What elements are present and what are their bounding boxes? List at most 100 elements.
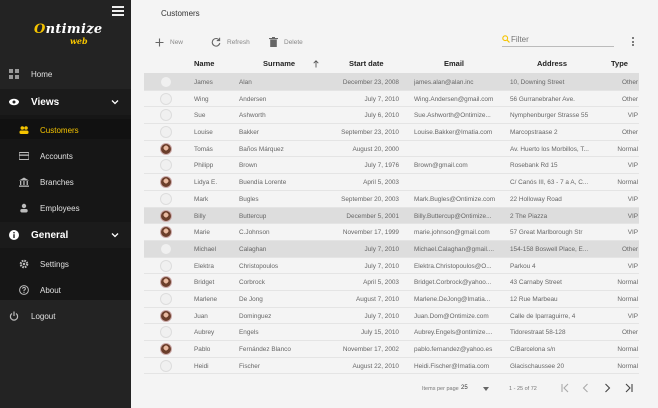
caret-down-icon[interactable] bbox=[483, 387, 489, 391]
main-content: Customers New Refresh Delete Name Surnam… bbox=[131, 0, 658, 408]
sidebar-group-general[interactable]: General bbox=[0, 225, 131, 245]
cell-start-date: April 5, 2003 bbox=[363, 279, 399, 287]
table-row[interactable]: Pablo Fernández Blanco November 17, 2002 pa… bbox=[144, 341, 639, 358]
cell-email: Bridget.Corbrock@yahoo... bbox=[414, 279, 492, 287]
table-row[interactable]: Marlene De Jong August 7, 2010 Marlene.DeJo… bbox=[144, 291, 639, 308]
cell-start-date: August 7, 2010 bbox=[356, 295, 399, 303]
column-header-email[interactable]: Email bbox=[444, 59, 464, 68]
avatar bbox=[160, 209, 172, 222]
table-row[interactable]: Aubrey Engels July 15, 2010 Aubrey.Engels@o… bbox=[144, 324, 639, 341]
table-row[interactable]: James Alan December 23, 2008 james.alan@ala… bbox=[144, 74, 639, 91]
more-options-icon[interactable] bbox=[632, 37, 635, 47]
breadcrumb[interactable]: Customers bbox=[161, 9, 200, 18]
eye-icon bbox=[9, 98, 19, 106]
new-button-label: New bbox=[170, 38, 184, 46]
table-row[interactable]: Juan Dominguez July 7, 2010 Juan.Dom@Ontimi… bbox=[144, 308, 639, 325]
cell-type: VIP bbox=[627, 229, 638, 237]
sidebar-group-views[interactable]: Views bbox=[0, 92, 131, 112]
sidebar-item-label: Customers bbox=[40, 126, 79, 135]
cell-type: VIP bbox=[627, 195, 638, 203]
customers-table: Name Surname Start date Email Address Ty… bbox=[144, 55, 639, 375]
next-page-icon[interactable] bbox=[602, 383, 612, 393]
trash-icon bbox=[269, 37, 278, 47]
cell-email: Marlene.DeJong@Imatia... bbox=[414, 295, 491, 303]
table-row[interactable]: Louise Bakker September 23, 2010 Louise.Bak… bbox=[144, 124, 639, 141]
items-per-page-label: Items per page bbox=[422, 386, 459, 392]
new-button[interactable]: New bbox=[155, 36, 183, 48]
sidebar-item-about[interactable]: About bbox=[0, 280, 131, 300]
credit-card-icon bbox=[19, 152, 29, 160]
table-row[interactable]: Heidi Fischer August 22, 2010 Heidi.Fischer… bbox=[144, 358, 639, 375]
column-header-start-date[interactable]: Start date bbox=[349, 59, 384, 68]
cell-start-date: December 5, 2001 bbox=[346, 212, 399, 220]
sidebar-item-label: Accounts bbox=[40, 152, 73, 161]
sidebar-item-label: Home bbox=[31, 70, 53, 79]
menu-toggle-icon[interactable] bbox=[112, 6, 124, 16]
cell-start-date: November 17, 1999 bbox=[342, 229, 399, 237]
table-row[interactable]: Tomás Baños Márquez August 20, 2000 Av. Hue… bbox=[144, 141, 639, 158]
avatar bbox=[160, 292, 172, 305]
delete-button[interactable]: Delete bbox=[269, 36, 303, 48]
cell-start-date: April 5, 2003 bbox=[363, 179, 399, 187]
previous-page-icon[interactable] bbox=[581, 383, 591, 393]
cell-type: VIP bbox=[627, 262, 638, 270]
table-row[interactable]: Bridget Corbrock April 5, 2003 Bridget.Corb… bbox=[144, 274, 639, 291]
sort-ascending-icon[interactable] bbox=[313, 60, 319, 68]
cell-type: Normal bbox=[617, 179, 638, 187]
cell-type: Other bbox=[622, 79, 638, 86]
cell-type: VIP bbox=[627, 312, 638, 320]
table-row[interactable]: Sue Ashworth July 6, 2010 Sue.Ashworth@Onti… bbox=[144, 107, 639, 125]
cell-type: VIP bbox=[627, 112, 638, 120]
sidebar-item-settings[interactable]: Settings bbox=[0, 254, 131, 274]
sidebar-item-accounts[interactable]: Accounts bbox=[0, 146, 131, 166]
avatar bbox=[160, 92, 172, 105]
avatar bbox=[160, 192, 172, 205]
cell-type: VIP bbox=[627, 212, 638, 220]
column-header-address[interactable]: Address bbox=[537, 59, 567, 68]
cell-type: VIP bbox=[627, 162, 638, 170]
avatar bbox=[160, 343, 172, 355]
table-row[interactable]: Wing Andersen July 7, 2010 Wing.Andersen@gm… bbox=[144, 91, 639, 108]
cell-email: Heidi.Fischer@Imatia.com bbox=[414, 362, 490, 370]
cell-type: Normal bbox=[617, 279, 638, 287]
gear-icon bbox=[19, 259, 29, 269]
last-page-icon[interactable] bbox=[624, 383, 634, 393]
cell-start-date: July 7, 2010 bbox=[364, 95, 399, 103]
filter-field[interactable] bbox=[502, 33, 614, 47]
cell-email: Sue.Ashworth@Ontimize... bbox=[414, 112, 491, 120]
column-header-surname[interactable]: Surname bbox=[263, 59, 295, 68]
cell-email: Wing.Andersen@gmail.com bbox=[414, 95, 494, 103]
sidebar-item-employees[interactable]: Employees bbox=[0, 198, 131, 218]
sidebar-item-label: About bbox=[40, 286, 61, 295]
cell-address: 154-158 Boswell Place, E... bbox=[510, 245, 589, 253]
cell-address: 22 Holloway Road bbox=[510, 195, 562, 203]
cell-type: Normal bbox=[617, 145, 638, 153]
cell-type: Other bbox=[622, 245, 638, 253]
filter-input[interactable] bbox=[511, 35, 611, 44]
avatar bbox=[160, 226, 172, 239]
sidebar-item-home[interactable]: Home bbox=[0, 64, 131, 84]
cell-address: Marcopstraase 2 bbox=[510, 129, 558, 137]
cell-address: Tidorestraat 58-128 bbox=[510, 329, 566, 337]
table-row[interactable]: Philipp Brown July 7, 1976 Brown@gmail.com R… bbox=[144, 157, 639, 175]
sidebar-item-logout[interactable]: Logout bbox=[0, 306, 131, 326]
cell-start-date: July 7, 1976 bbox=[364, 162, 399, 170]
table-row[interactable]: Marie C.Johnson November 17, 1999 marie.joh… bbox=[144, 224, 639, 241]
table-row[interactable]: Elektra Christopoulos July 7, 2010 Elektra.… bbox=[144, 258, 639, 275]
sidebar-item-branches[interactable]: Branches bbox=[0, 172, 131, 192]
cell-email: Michael.Calaghan@gmail.... bbox=[414, 245, 495, 253]
cell-type: Normal bbox=[617, 346, 638, 353]
items-per-page-select[interactable]: 25 bbox=[461, 385, 468, 391]
column-header-name[interactable]: Name bbox=[194, 59, 214, 68]
cell-start-date: July 15, 2010 bbox=[360, 329, 399, 337]
column-header-type[interactable]: Type bbox=[611, 59, 628, 68]
table-row[interactable]: Mark Bugles September 20, 2003 Mark.Bugles@… bbox=[144, 191, 639, 208]
cell-email: marie.johnson@gmail.com bbox=[414, 229, 490, 237]
table-row[interactable]: Lidya E. Buendía Lorente April 5, 2003 C/ C… bbox=[144, 174, 639, 191]
table-row[interactable]: Billy Buttercup December 5, 2001 Billy.Butt… bbox=[144, 207, 639, 225]
table-row[interactable]: Michael Calaghan July 7, 2010 Michael.Calag… bbox=[144, 240, 639, 258]
refresh-button[interactable]: Refresh bbox=[211, 36, 250, 48]
cell-start-date: September 20, 2003 bbox=[341, 195, 399, 203]
sidebar-item-customers[interactable]: Customers bbox=[0, 120, 131, 140]
first-page-icon[interactable] bbox=[560, 383, 570, 393]
